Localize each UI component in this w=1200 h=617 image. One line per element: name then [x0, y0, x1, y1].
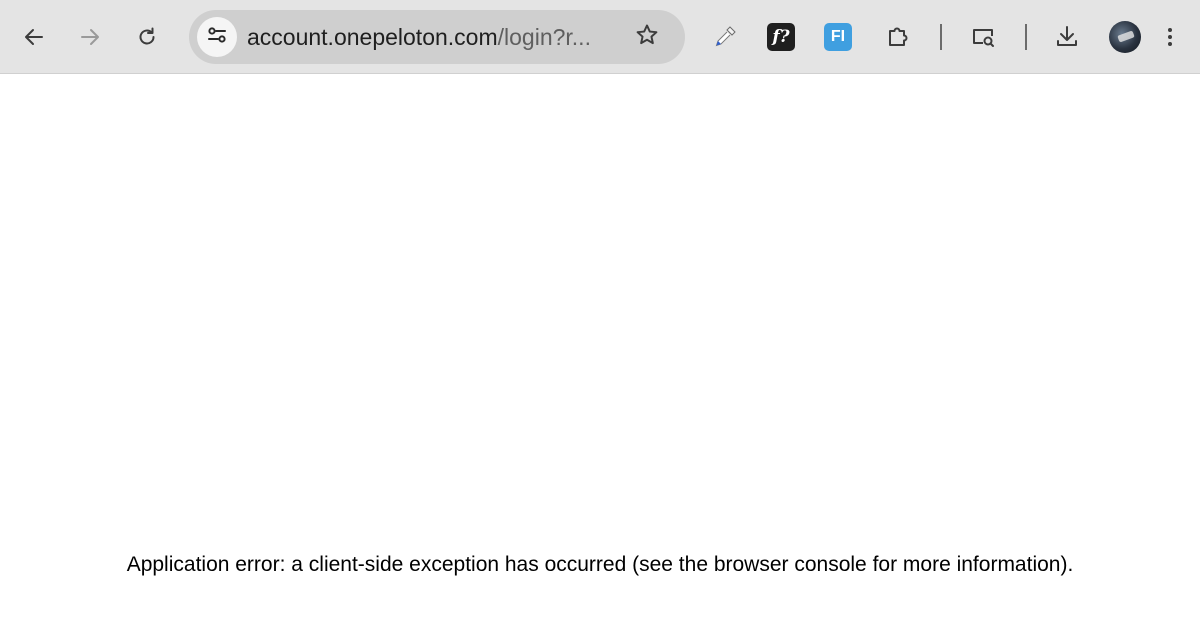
- forward-button[interactable]: [70, 17, 110, 57]
- font-question-icon: f?: [767, 23, 795, 51]
- browser-toolbar: account.onepeloton.com/login?r... f? FI: [0, 0, 1200, 74]
- profile-button[interactable]: [1105, 17, 1145, 57]
- download-icon: [1053, 23, 1081, 51]
- arrow-left-icon: [22, 25, 46, 49]
- application-error-message: Application error: a client-side excepti…: [126, 553, 1074, 576]
- fi-extension-icon: FI: [824, 23, 852, 51]
- bookmark-button[interactable]: [627, 17, 667, 57]
- puzzle-icon: [885, 24, 911, 50]
- toolbar-separator: [1025, 24, 1027, 50]
- page-content: Application error: a client-side excepti…: [0, 74, 1200, 617]
- address-bar[interactable]: account.onepeloton.com/login?r...: [189, 10, 685, 64]
- reload-button[interactable]: [127, 17, 167, 57]
- screen-search-button[interactable]: [963, 17, 1003, 57]
- site-info-button[interactable]: [197, 17, 237, 57]
- eyedropper-icon: [711, 23, 739, 51]
- arrow-right-icon: [78, 25, 102, 49]
- url-path: /login?r...: [497, 24, 591, 50]
- reload-icon: [135, 25, 159, 49]
- browser-menu-button[interactable]: [1150, 17, 1190, 57]
- star-icon: [634, 22, 660, 53]
- font-extension-button[interactable]: f?: [761, 17, 801, 57]
- font-extension-label: f?: [772, 27, 790, 47]
- back-button[interactable]: [14, 17, 54, 57]
- avatar: [1109, 21, 1141, 53]
- url-host: account.onepeloton.com: [247, 24, 498, 50]
- downloads-button[interactable]: [1047, 17, 1087, 57]
- screen-search-icon: [969, 23, 997, 51]
- kebab-menu-icon: [1158, 25, 1182, 49]
- tune-icon: [205, 23, 229, 52]
- url-text[interactable]: account.onepeloton.com/login?r...: [247, 23, 591, 51]
- fi-extension-label: FI: [830, 28, 846, 45]
- extensions-button[interactable]: [878, 17, 918, 57]
- eyedropper-extension-button[interactable]: [705, 17, 745, 57]
- toolbar-separator: [940, 24, 942, 50]
- fi-extension-button[interactable]: FI: [818, 17, 858, 57]
